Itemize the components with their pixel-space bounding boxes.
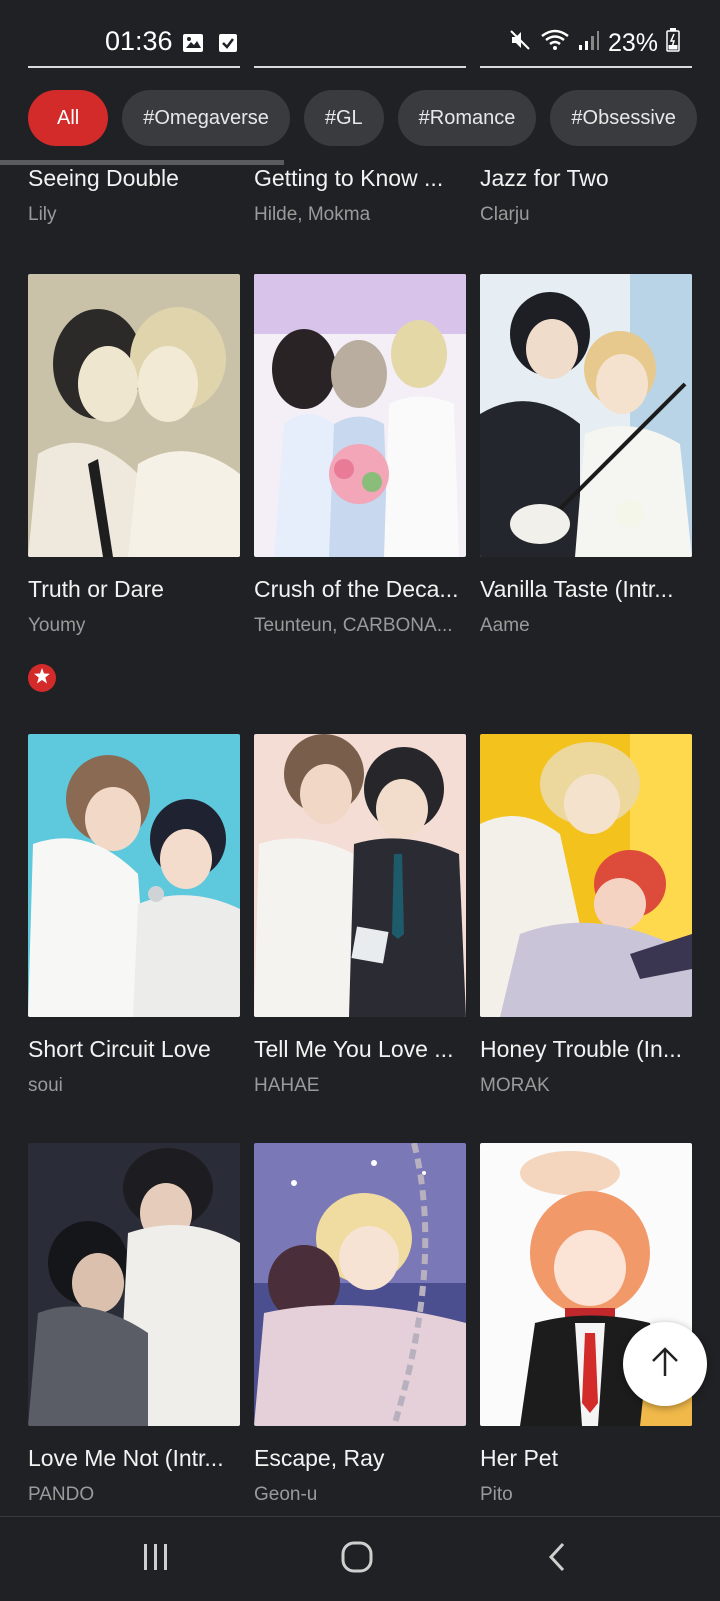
status-bar: 01:36 23% (0, 0, 720, 68)
series-cover[interactable] (28, 274, 240, 557)
home-icon (340, 1540, 374, 1579)
chip-omegaverse[interactable]: #Omegaverse (122, 90, 290, 146)
series-title[interactable]: Truth or Dare (28, 576, 240, 603)
arrow-up-icon (648, 1345, 682, 1384)
recent-apps-icon (141, 1542, 171, 1577)
series-cover[interactable] (254, 1143, 466, 1426)
series-cover[interactable] (480, 734, 692, 1017)
scroll-to-top-button[interactable] (623, 1322, 707, 1406)
series-cover[interactable] (254, 274, 466, 557)
series-author: HAHAE (254, 1075, 320, 1096)
series-title[interactable]: Crush of the Deca... (254, 576, 466, 603)
series-author: Clarju (480, 204, 530, 225)
series-cover[interactable] (480, 274, 692, 557)
series-author: Lily (28, 204, 57, 225)
series-title[interactable]: Getting to Know ... (254, 165, 466, 192)
mute-icon (508, 28, 532, 59)
genre-filter-bar: All #Omegaverse #GL #Romance #Obsessive (0, 78, 720, 158)
series-author: Hilde, Mokma (254, 204, 371, 225)
cover-edge (254, 66, 466, 68)
chip-scroll-indicator (0, 160, 284, 165)
check-icon (218, 33, 238, 58)
series-title[interactable]: Love Me Not (Intr... (28, 1445, 240, 1472)
recent-apps-button[interactable] (126, 1537, 186, 1581)
system-nav-bar (0, 1516, 720, 1601)
chip-all[interactable]: All (28, 90, 109, 146)
series-author: Teunteun, CARBONA... (254, 615, 453, 636)
series-cover[interactable] (28, 1143, 240, 1426)
signal-icon (578, 29, 600, 58)
chip-romance[interactable]: #Romance (397, 90, 537, 146)
chip-obsessive[interactable]: #Obsessive (550, 90, 697, 146)
series-author: Aame (480, 615, 530, 636)
series-author: Youmy (28, 615, 86, 636)
chip-gl[interactable]: #GL (303, 90, 384, 146)
back-button[interactable] (528, 1537, 588, 1581)
series-title[interactable]: Tell Me You Love ... (254, 1036, 466, 1063)
series-cover[interactable] (254, 734, 466, 1017)
cover-edge (28, 66, 240, 68)
series-author: PANDO (28, 1484, 95, 1505)
series-author: Geon-u (254, 1484, 318, 1505)
series-author: MORAK (480, 1075, 550, 1096)
battery-icon (666, 28, 680, 59)
back-icon (543, 1541, 573, 1578)
battery-text: 23% (607, 29, 658, 57)
series-title[interactable]: Escape, Ray (254, 1445, 466, 1472)
series-title[interactable]: Jazz for Two (480, 165, 692, 192)
home-button[interactable] (327, 1537, 387, 1581)
series-author: Pito (480, 1484, 513, 1505)
cover-edge (480, 66, 692, 68)
series-cover[interactable] (28, 734, 240, 1017)
series-title[interactable]: Honey Trouble (In... (480, 1036, 692, 1063)
series-title[interactable]: Her Pet (480, 1445, 692, 1472)
series-author: soui (28, 1075, 63, 1096)
series-title[interactable]: Short Circuit Love (28, 1036, 240, 1063)
series-title[interactable]: Vanilla Taste (Intr... (480, 576, 692, 603)
award-icon (33, 667, 51, 690)
status-time: 01:36 (105, 26, 173, 56)
series-title[interactable]: Seeing Double (28, 165, 240, 192)
award-badge (28, 664, 56, 692)
image-icon (182, 33, 204, 58)
wifi-icon (540, 28, 570, 59)
